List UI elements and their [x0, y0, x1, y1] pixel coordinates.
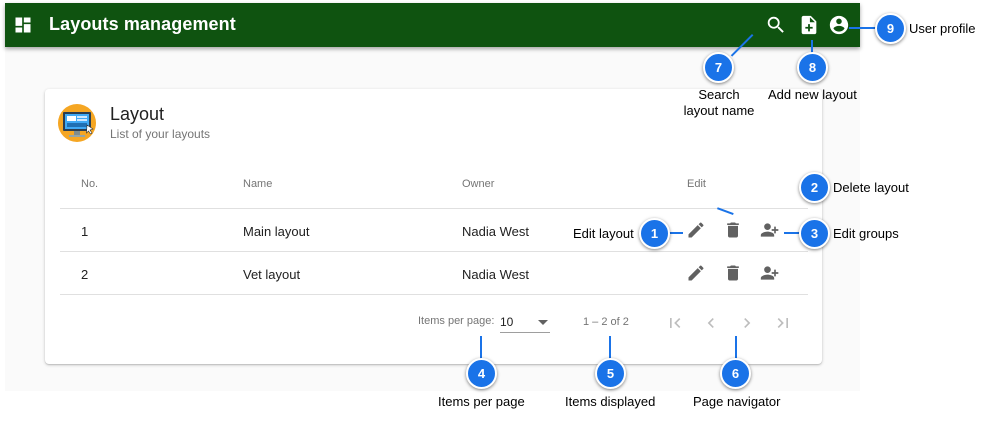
column-header-no[interactable]: No. [81, 178, 98, 190]
edit-pencil-icon[interactable] [686, 263, 706, 283]
callout-badge: 5 [595, 358, 626, 389]
callout-label: Edit layout [573, 226, 634, 241]
items-per-page-value: 10 [500, 315, 514, 329]
divider [60, 208, 808, 209]
row-number: 2 [81, 267, 89, 282]
connector-line [609, 336, 611, 360]
callout-badge: 8 [797, 52, 828, 83]
account-circle-icon[interactable] [828, 14, 850, 36]
callout-badge: 6 [720, 358, 751, 389]
chevron-down-icon [538, 320, 548, 325]
edit-groups-icon[interactable] [758, 220, 782, 240]
callout-label: Page navigator [693, 394, 781, 409]
monitor-layout-icon [58, 104, 96, 142]
callout-badge: 9 [875, 13, 906, 44]
row-name: Vet layout [243, 267, 301, 282]
callout-label: Items per page [438, 394, 525, 409]
callout-label: User profile [909, 21, 976, 36]
callout-label: Delete layout [833, 180, 909, 195]
callout-label: Items displayed [565, 394, 656, 409]
connector-line [849, 27, 877, 29]
column-header-name[interactable]: Name [243, 178, 272, 190]
column-header-owner[interactable]: Owner [462, 178, 494, 190]
edit-groups-icon[interactable] [758, 263, 782, 283]
row-number: 1 [81, 224, 89, 239]
dashboard-icon[interactable] [13, 15, 33, 35]
callout-badge: 7 [703, 52, 734, 83]
divider [60, 251, 808, 252]
connector-line [480, 336, 482, 360]
divider [60, 294, 808, 295]
next-page-icon[interactable] [737, 313, 757, 333]
delete-trash-icon[interactable] [723, 263, 743, 283]
top-app-bar: Layouts management [5, 3, 860, 47]
callout-badge: 3 [799, 218, 830, 249]
callout-badge: 4 [466, 358, 497, 389]
callout-label: Add new layout [768, 87, 857, 102]
search-icon[interactable] [765, 14, 787, 36]
last-page-icon[interactable] [773, 313, 793, 333]
edit-pencil-icon[interactable] [686, 220, 706, 240]
card-title: Layout [110, 104, 165, 124]
layouts-card: Layout List of your layouts No. Name Own… [45, 89, 822, 364]
card-subtitle: List of your layouts [110, 127, 211, 141]
delete-trash-icon[interactable] [723, 220, 743, 240]
callout-badge: 1 [639, 218, 670, 249]
items-per-page-label: Items per page: [418, 315, 495, 327]
app-title: Layouts management [49, 14, 236, 34]
row-name: Main layout [243, 224, 310, 239]
callout-label: Search layout name [683, 87, 755, 118]
connector-line [735, 336, 737, 360]
add-document-icon[interactable] [798, 14, 820, 36]
first-page-icon[interactable] [665, 313, 685, 333]
callout-label: Edit groups [833, 226, 899, 241]
range-label: 1 – 2 of 2 [583, 316, 629, 328]
row-owner: Nadia West [462, 267, 529, 282]
items-per-page-select[interactable]: 10 [500, 315, 550, 333]
row-owner: Nadia West [462, 224, 529, 239]
callout-badge: 2 [799, 172, 830, 203]
previous-page-icon[interactable] [701, 313, 721, 333]
column-header-edit: Edit [687, 178, 706, 190]
